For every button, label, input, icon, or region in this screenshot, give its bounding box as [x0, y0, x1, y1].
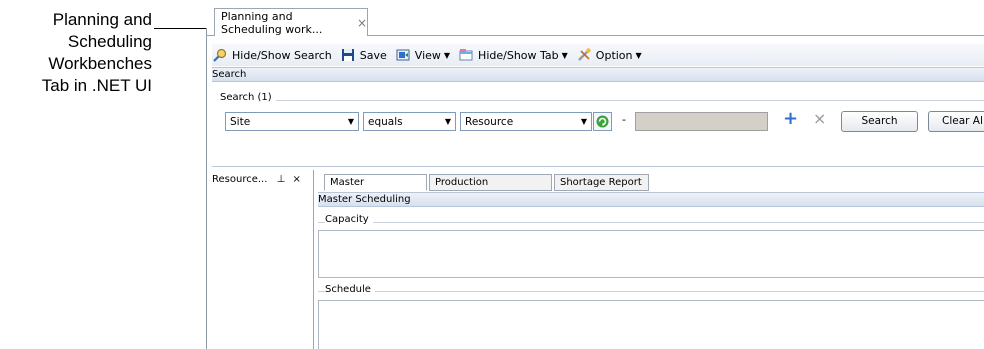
tab-icon: [459, 49, 473, 61]
resource-panel-divider: [313, 170, 314, 349]
tab-shortage-report[interactable]: Shortage Report: [554, 174, 649, 191]
clear-all-button[interactable]: Clear Al: [928, 111, 984, 132]
operator-select-value: equals: [368, 116, 403, 128]
callout-line-3: Workbenches: [48, 54, 152, 73]
tools-icon: [577, 48, 591, 61]
option-menu-button[interactable]: Option ▼: [576, 47, 642, 63]
schedule-panel: [318, 300, 984, 349]
search-button[interactable]: Search: [841, 111, 918, 132]
save-button[interactable]: Save: [340, 47, 387, 63]
search-value-field[interactable]: [635, 112, 768, 131]
operator-select[interactable]: equals ▼: [363, 112, 456, 131]
hide-show-search-label: Hide/Show Search: [232, 48, 332, 62]
callout-line-2: Scheduling: [67, 32, 152, 51]
toolbar: Hide/Show Search Save View ▼ Hide/Show T…: [212, 44, 984, 66]
search-icon: [213, 48, 227, 62]
capacity-panel: [318, 230, 984, 278]
value-select-value: Resource: [465, 116, 514, 128]
field-select[interactable]: Site ▼: [225, 112, 359, 131]
field-select-value: Site: [230, 116, 251, 128]
tab-label: Shortage Report: [560, 177, 642, 188]
callout-line-4: Tab in .NET UI: [41, 76, 152, 95]
range-dash: -: [622, 113, 626, 126]
callout-annotation: Planning and Scheduling Workbenches Tab …: [0, 9, 152, 97]
chevron-down-icon: ▼: [561, 50, 568, 60]
search-header-label: Search: [212, 69, 247, 80]
chevron-down-icon: ▼: [580, 117, 587, 126]
view-icon: [396, 49, 410, 61]
search-group-title: Search (1): [220, 92, 276, 103]
chevron-down-icon: ▼: [444, 117, 451, 126]
pin-icon[interactable]: ⊥: [277, 174, 286, 185]
view-label: View: [414, 48, 441, 62]
capacity-group-title: Capacity: [325, 214, 373, 225]
chevron-down-icon: ▼: [347, 117, 354, 126]
option-label: Option: [595, 48, 633, 62]
view-menu-button[interactable]: View ▼: [395, 47, 450, 63]
save-icon: [341, 49, 354, 61]
schedule-group-top: [318, 291, 984, 292]
callout-leader-line: [154, 28, 206, 29]
document-tab-planning[interactable]: Planning and Scheduling work... ×: [214, 8, 368, 36]
add-criteria-icon[interactable]: +: [783, 108, 798, 129]
master-scheduling-header: Master Scheduling: [318, 192, 984, 207]
close-icon[interactable]: ×: [357, 16, 367, 30]
tab-master-scheduling[interactable]: Master Scheduling: [324, 174, 427, 204]
hide-show-tab-button[interactable]: Hide/Show Tab ▼: [458, 47, 568, 63]
tab-production-scheduling[interactable]: Production Scheduling: [429, 174, 552, 204]
search-group-line: [222, 100, 984, 101]
app-left-border: [206, 28, 207, 349]
document-tab-title: Planning and Scheduling work...: [221, 9, 323, 36]
chevron-down-icon: ▼: [443, 50, 451, 60]
save-label: Save: [359, 48, 387, 62]
search-section-header: Search: [212, 67, 984, 82]
master-scheduling-header-label: Master Scheduling: [318, 194, 411, 205]
chevron-down-icon: ▼: [635, 50, 642, 60]
schedule-group-title: Schedule: [325, 284, 375, 295]
callout-line-1: Planning and: [52, 10, 152, 29]
search-bottom-line: [212, 166, 984, 167]
refresh-icon: [596, 115, 609, 128]
capacity-group-top: [318, 222, 984, 223]
resource-panel-title: Resource...: [212, 174, 268, 185]
refresh-value-button[interactable]: [593, 112, 612, 131]
close-icon[interactable]: ×: [293, 174, 301, 185]
hide-show-search-button[interactable]: Hide/Show Search: [212, 47, 332, 63]
remove-criteria-icon[interactable]: ×: [813, 109, 826, 128]
hide-show-tab-label: Hide/Show Tab: [478, 48, 559, 62]
value-select[interactable]: Resource ▼: [460, 112, 592, 131]
resource-panel-header: Resource... ⊥ ×: [212, 173, 312, 187]
